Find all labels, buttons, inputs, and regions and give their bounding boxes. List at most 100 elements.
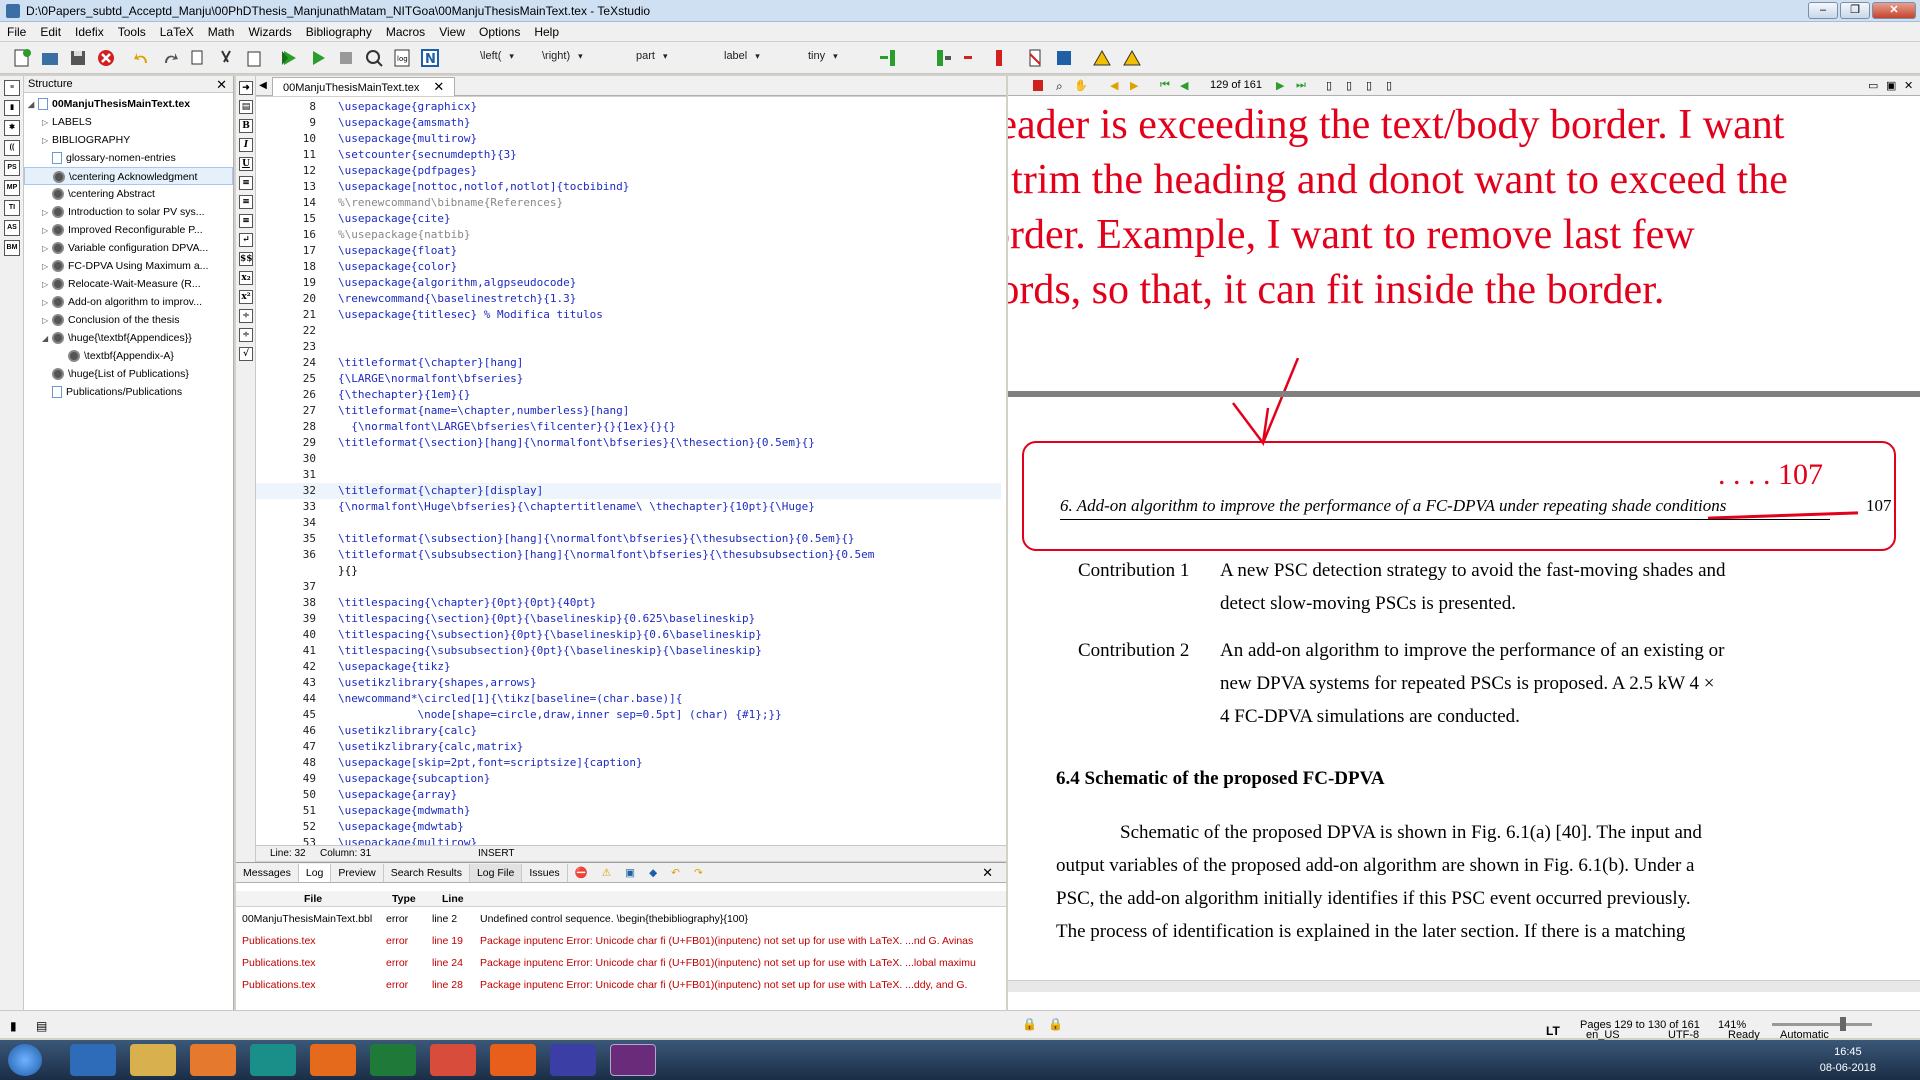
tree-item[interactable]: ▷ Conclusion of the thesis bbox=[24, 311, 233, 329]
code-line[interactable]: 16 %\usepackage{natbib} bbox=[256, 227, 1001, 243]
log-row[interactable]: Publications.tex error line 24 Package inpu… bbox=[236, 953, 1006, 973]
code-line[interactable]: 33 {\normalfont\Huge\bfseries}{\chapterti… bbox=[256, 499, 1001, 515]
table-align-icon[interactable] bbox=[1054, 48, 1074, 68]
align-right-icon[interactable]: ≡ bbox=[239, 214, 253, 228]
code-line[interactable]: 32 \titleformat{\chapter}[display] bbox=[256, 483, 1001, 499]
fraction-icon[interactable]: ÷ bbox=[239, 309, 253, 323]
code-line[interactable]: 35 \titleformat{\subsection}[hang]{\norma… bbox=[256, 531, 1001, 547]
tree-item[interactable]: ▷ FC-DPVA Using Maximum a... bbox=[24, 257, 233, 275]
sqrt-icon[interactable]: √ bbox=[239, 347, 253, 361]
close-structure-icon[interactable]: ✕ bbox=[216, 76, 227, 93]
tree-item[interactable]: ▷ Add-on algorithm to improv... bbox=[24, 293, 233, 311]
code-line[interactable]: 30 bbox=[256, 451, 1001, 467]
italic-icon[interactable]: I bbox=[239, 138, 253, 152]
code-line[interactable]: 50 \usepackage{array} bbox=[256, 787, 1001, 803]
code-line[interactable]: 25 {\LARGE\normalfont\bfseries} bbox=[256, 371, 1001, 387]
page-icon[interactable]: ▤ bbox=[239, 100, 253, 114]
table-delete-icon[interactable] bbox=[1026, 48, 1046, 68]
label-dropdown[interactable]: label bbox=[724, 50, 760, 67]
tree-item[interactable]: ▷ LABELS bbox=[24, 113, 233, 131]
structure-panel-icon[interactable]: ≡ bbox=[4, 80, 20, 96]
tab-log-file[interactable]: Log File bbox=[469, 863, 523, 882]
redo-log-icon[interactable]: ↷ bbox=[687, 864, 710, 882]
beamer-icon[interactable]: BM bbox=[4, 240, 20, 256]
code-line[interactable]: 14 %\renewcommand\bibname{References} bbox=[256, 195, 1001, 211]
code-line[interactable]: 26 {\thechapter}{1em}{} bbox=[256, 387, 1001, 403]
pdf-h-scrollbar[interactable] bbox=[1008, 980, 1920, 992]
code-line[interactable]: 43 \usetikzlibrary{shapes,arrows} bbox=[256, 675, 1001, 691]
code-line[interactable]: 42 \usepackage{tikz} bbox=[256, 659, 1001, 675]
menu-view[interactable]: View bbox=[432, 25, 472, 39]
pdf-prev-page-icon[interactable]: ◀ bbox=[1180, 79, 1192, 92]
pdf-dock-icon[interactable]: ▭ bbox=[1868, 79, 1880, 92]
errors-filter-icon[interactable]: ⛔ bbox=[568, 864, 595, 882]
new-file-icon[interactable] bbox=[12, 48, 32, 68]
red-column-icon[interactable] bbox=[990, 48, 1010, 68]
warning-yellow-icon[interactable] bbox=[1092, 48, 1112, 68]
pdf-maximize-icon[interactable]: ▣ bbox=[1886, 79, 1898, 92]
code-line[interactable]: 37 bbox=[256, 579, 1001, 595]
visio-icon[interactable] bbox=[550, 1044, 596, 1076]
code-line[interactable]: 36 \titleformat{\subsubsection}[hang]{\no… bbox=[256, 547, 1001, 563]
tree-item[interactable]: ▷ Relocate-Wait-Measure (R... bbox=[24, 275, 233, 293]
dfrac-icon[interactable]: ÷ bbox=[239, 328, 253, 342]
right-delimiter-dropdown[interactable]: \right) bbox=[542, 50, 583, 67]
align-left-icon[interactable]: ≡ bbox=[239, 176, 253, 190]
tab-issues[interactable]: Issues bbox=[522, 863, 568, 882]
brackets-icon[interactable]: (( bbox=[4, 140, 20, 156]
code-line[interactable]: 53 \usepackage{multirow} bbox=[256, 835, 1001, 845]
menu-bibliography[interactable]: Bibliography bbox=[299, 25, 379, 39]
tree-item[interactable]: \huge{List of Publications} bbox=[24, 365, 233, 383]
cut-icon[interactable] bbox=[216, 48, 236, 68]
zoom-slider-handle[interactable] bbox=[1840, 1017, 1846, 1031]
pdf-double-page-icon[interactable]: ▯ bbox=[1346, 79, 1358, 92]
tab-menu-arrow-icon[interactable]: ◀ bbox=[256, 76, 270, 96]
minimize-button[interactable]: – bbox=[1808, 2, 1838, 19]
tree-item[interactable]: \textbf{Appendix-A} bbox=[24, 347, 233, 365]
menu-edit[interactable]: Edit bbox=[33, 25, 68, 39]
paste-icon[interactable] bbox=[244, 48, 264, 68]
maximize-button[interactable]: ❐ bbox=[1840, 2, 1870, 19]
pdf-page-number[interactable]: 129 of 161 bbox=[1210, 79, 1262, 91]
code-line[interactable]: 17 \usepackage{float} bbox=[256, 243, 1001, 259]
code-line[interactable]: 21 \usepackage{titlesec} % Modifica titul… bbox=[256, 307, 1001, 323]
log-row[interactable]: Publications.tex error line 28 Package inpu… bbox=[236, 975, 1006, 995]
code-line[interactable]: 22 bbox=[256, 323, 1001, 339]
tree-root[interactable]: ◢ 00ManjuThesisMainText.tex bbox=[24, 95, 233, 113]
code-line[interactable]: 41 \titlespacing{\subsubsection}{0pt}{\ba… bbox=[256, 643, 1001, 659]
code-line[interactable]: 45 \node[shape=circle,draw,inner sep=0.5… bbox=[256, 707, 1001, 723]
toggle-structure-icon[interactable]: ▮ bbox=[10, 1019, 17, 1033]
tree-item[interactable]: ▷ BIBLIOGRAPHY bbox=[24, 131, 233, 149]
code-line[interactable]: 10 \usepackage{multirow} bbox=[256, 131, 1001, 147]
code-line[interactable]: 39 \titlespacing{\section}{0pt}{\baseline… bbox=[256, 611, 1001, 627]
code-line[interactable]: 47 \usetikzlibrary{calc,matrix} bbox=[256, 739, 1001, 755]
menu-wizards[interactable]: Wizards bbox=[241, 25, 298, 39]
code-line[interactable]: 48 \usepackage[skip=2pt,font=scriptsize]{… bbox=[256, 755, 1001, 771]
warning-yellow-alt-icon[interactable] bbox=[1122, 48, 1142, 68]
arduino-icon[interactable] bbox=[250, 1044, 296, 1076]
close-file-icon[interactable] bbox=[96, 48, 116, 68]
code-line[interactable]: 27 \titleformat{name=\chapter,numberless}… bbox=[256, 403, 1001, 419]
code-line[interactable]: 8 \usepackage{graphicx} bbox=[256, 99, 1001, 115]
menu-math[interactable]: Math bbox=[201, 25, 242, 39]
green-column-icon[interactable] bbox=[934, 48, 954, 68]
lt-icon[interactable]: LT bbox=[1546, 1024, 1560, 1038]
code-line[interactable]: 52 \usepackage{mdwtab} bbox=[256, 819, 1001, 835]
undo-log-icon[interactable]: ↶ bbox=[664, 864, 687, 882]
code-line[interactable]: 9 \usepackage{amsmath} bbox=[256, 115, 1001, 131]
font-size-dropdown[interactable]: tiny bbox=[808, 50, 838, 67]
close-window-button[interactable]: ✕ bbox=[1872, 2, 1916, 19]
start-button[interactable] bbox=[8, 1044, 42, 1076]
tree-item[interactable]: glossary-nomen-entries bbox=[24, 149, 233, 167]
code-line[interactable]: 20 \renewcommand{\baselinestretch}{1.3} bbox=[256, 291, 1001, 307]
code-line[interactable]: 34 bbox=[256, 515, 1001, 531]
warnings-filter-icon[interactable]: ⚠ bbox=[595, 864, 618, 882]
log-icon[interactable]: log bbox=[392, 48, 412, 68]
pdf-page-area[interactable]: Header is exceeding the text/body border… bbox=[1008, 98, 1920, 978]
code-line[interactable]: 24 \titleformat{\chapter}[hang] bbox=[256, 355, 1001, 371]
code-line[interactable]: 15 \usepackage{cite} bbox=[256, 211, 1001, 227]
tree-item[interactable]: ▷ Variable configuration DPVA... bbox=[24, 239, 233, 257]
pdf-fit-width-icon[interactable]: ▯ bbox=[1366, 79, 1378, 92]
code-line[interactable]: 40 \titlespacing{\subsection}{0pt}{\basel… bbox=[256, 627, 1001, 643]
math-mode-icon[interactable]: $$ bbox=[239, 252, 253, 266]
